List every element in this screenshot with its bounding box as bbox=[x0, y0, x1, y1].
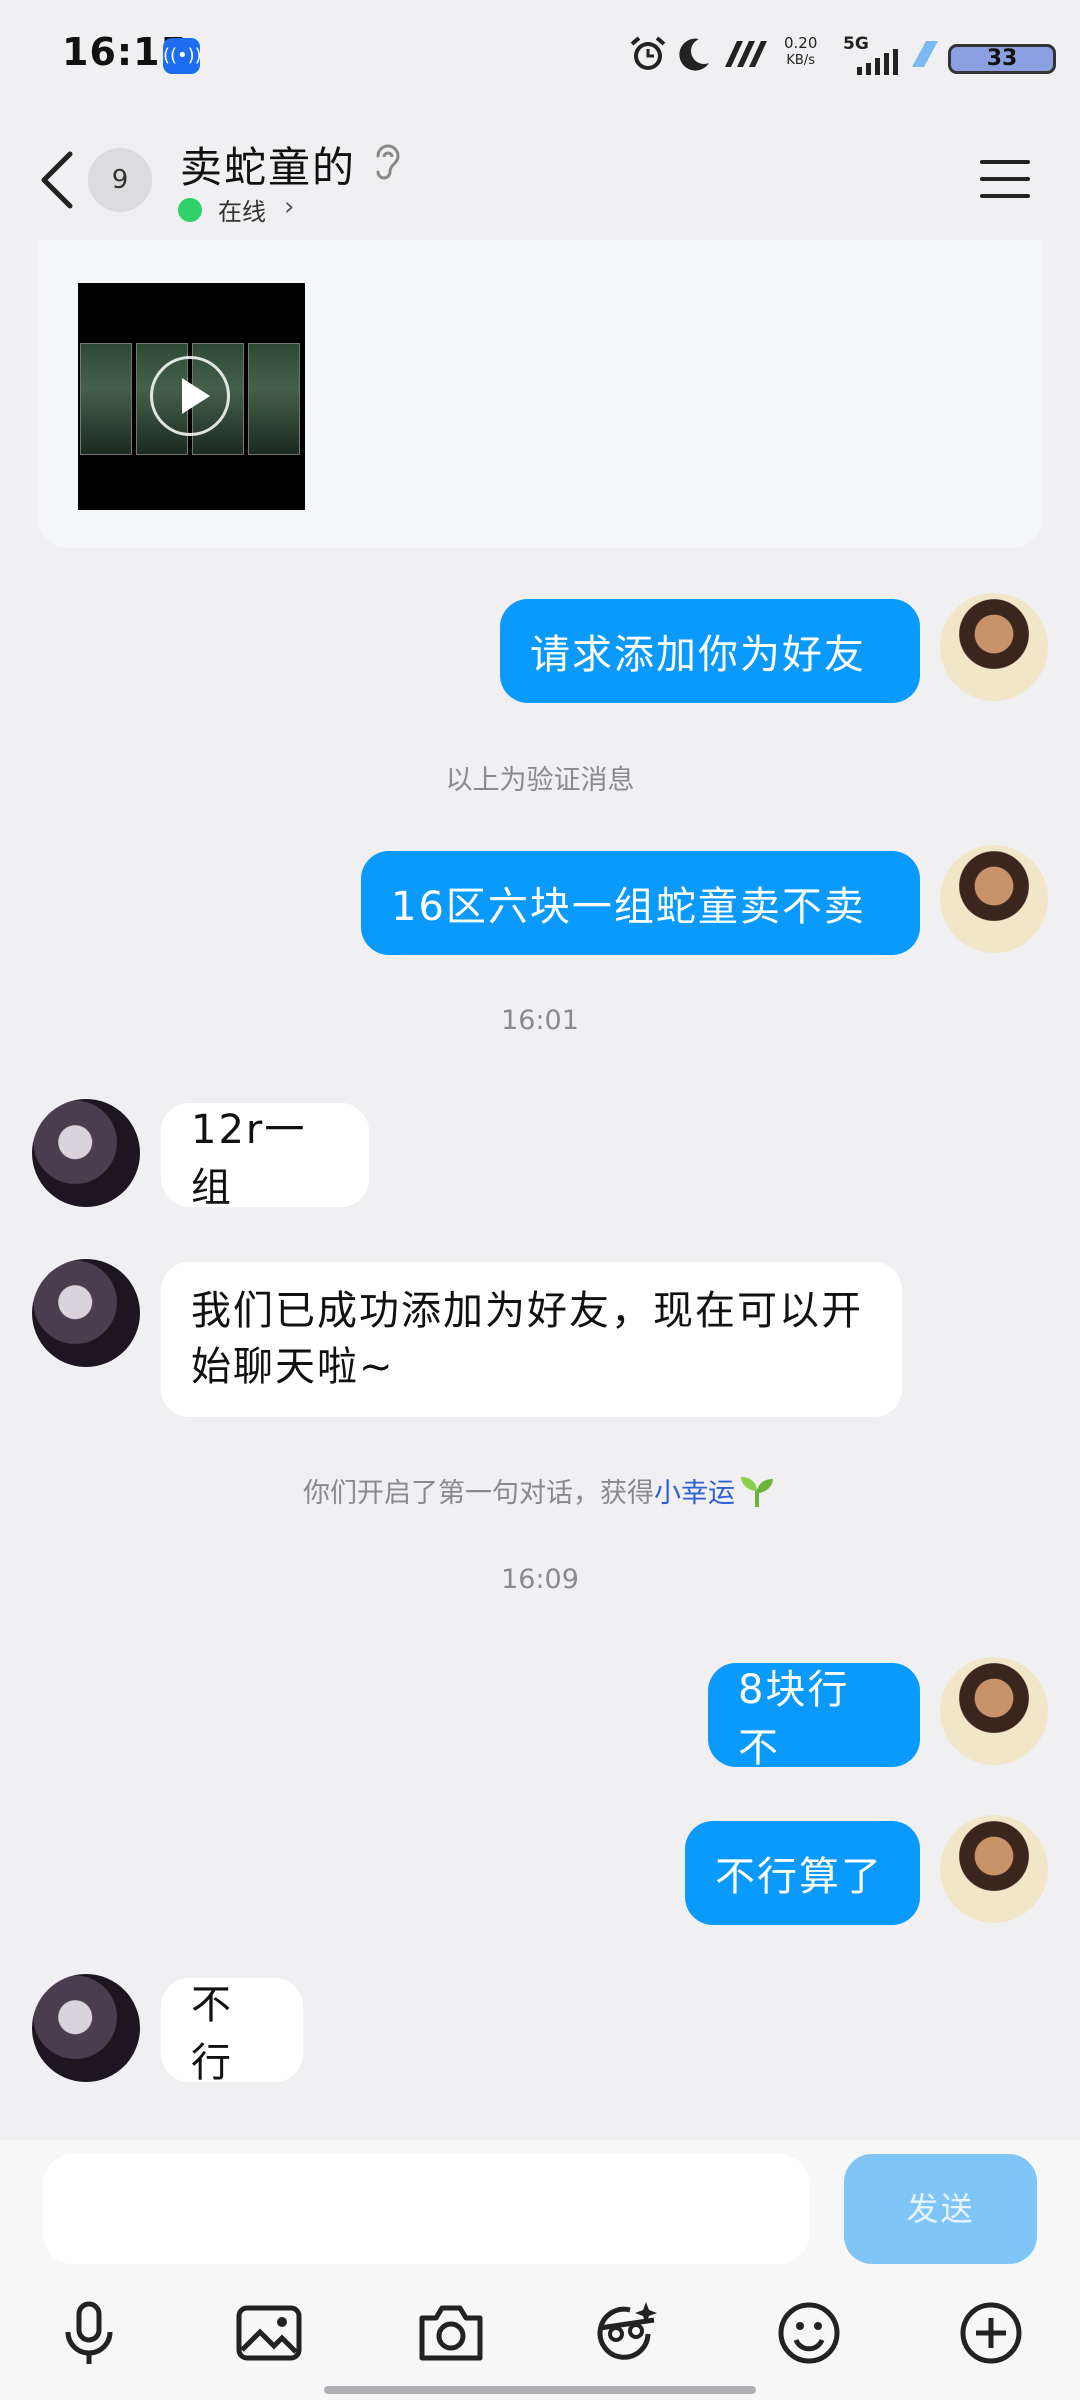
charging-icon bbox=[906, 32, 942, 76]
send-button[interactable]: 发送 bbox=[844, 2154, 1037, 2264]
system-notice-text: 你们开启了第一句对话，获得 bbox=[303, 1478, 654, 1509]
image-icon[interactable] bbox=[234, 2298, 304, 2368]
timestamp: 16:01 bbox=[501, 1005, 579, 1036]
broadcast-icon: ((•)) bbox=[163, 38, 202, 74]
incoming-message[interactable]: 12r一组 bbox=[161, 1103, 369, 1211]
outgoing-message[interactable]: 不行算了 bbox=[685, 1821, 920, 1925]
system-notice: 你们开启了第一句对话，获得小幸运 bbox=[0, 1471, 1080, 1518]
emoji-icon[interactable] bbox=[774, 2298, 844, 2368]
my-avatar[interactable] bbox=[940, 593, 1048, 701]
my-avatar[interactable] bbox=[940, 1815, 1048, 1923]
incoming-message[interactable]: 我们已成功添加为好友，现在可以开始聊天啦~ bbox=[161, 1262, 902, 1417]
alarm-icon bbox=[626, 32, 670, 76]
my-avatar[interactable] bbox=[940, 845, 1048, 953]
incoming-message[interactable]: 不行 bbox=[161, 1978, 303, 2086]
battery-icon: 33 bbox=[948, 44, 1056, 74]
contact-avatar[interactable] bbox=[32, 1259, 140, 1367]
earpiece-mode-icon[interactable] bbox=[372, 142, 402, 190]
play-icon[interactable] bbox=[182, 378, 210, 414]
system-notice: 以上为验证消息 bbox=[445, 765, 635, 796]
contact-avatar[interactable] bbox=[32, 1099, 140, 1207]
outgoing-message[interactable]: 请求添加你为好友 bbox=[500, 599, 920, 703]
outgoing-message[interactable]: 16区六块一组蛇童卖不卖 bbox=[361, 851, 920, 955]
unread-count-badge[interactable]: 9 bbox=[88, 148, 152, 212]
online-status-dot bbox=[178, 198, 202, 222]
message-input[interactable] bbox=[43, 2154, 809, 2264]
chat-title[interactable]: 卖蛇童的 bbox=[180, 134, 356, 195]
home-indicator[interactable] bbox=[324, 2386, 756, 2394]
network-speed: 0.20 KB/s bbox=[784, 34, 818, 68]
menu-icon[interactable] bbox=[980, 160, 1030, 200]
vibrate-icon bbox=[720, 32, 768, 76]
signal-icon bbox=[852, 48, 900, 76]
chevron-right-icon[interactable]: › bbox=[284, 192, 294, 222]
microphone-icon[interactable] bbox=[54, 2298, 124, 2368]
plus-icon[interactable] bbox=[956, 2298, 1026, 2368]
camera-icon[interactable] bbox=[416, 2298, 486, 2368]
contact-avatar[interactable] bbox=[32, 1974, 140, 2082]
online-status-text[interactable]: 在线 bbox=[218, 192, 266, 227]
lucky-link[interactable]: 小幸运 bbox=[654, 1478, 735, 1509]
outgoing-message[interactable]: 8块行不 bbox=[708, 1663, 920, 1771]
my-avatar[interactable] bbox=[940, 1657, 1048, 1765]
timestamp: 16:09 bbox=[501, 1564, 579, 1595]
moon-icon bbox=[672, 32, 716, 76]
sprout-icon bbox=[737, 1471, 777, 1518]
back-icon[interactable] bbox=[38, 150, 78, 210]
sticker-icon[interactable] bbox=[592, 2298, 662, 2368]
status-bar: 16:15 ((•)) 0.20 KB/s 5G 33 bbox=[0, 0, 1080, 110]
